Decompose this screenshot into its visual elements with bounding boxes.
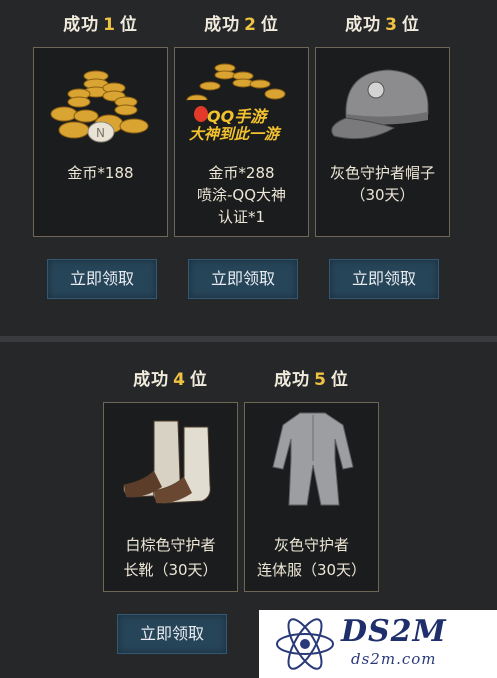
boots-icon [123, 420, 211, 504]
reward-card-1: N 金币*188 [33, 47, 168, 237]
claim-button-1[interactable]: 立即领取 [47, 259, 157, 299]
reward-label-line2: 连体服（30天） [256, 561, 367, 579]
rank-number: 2 [244, 15, 257, 35]
rank-suffix: 位 [119, 15, 138, 35]
rank-1-title: 成功 1 位 [33, 10, 168, 35]
rank-suffix: 位 [401, 15, 420, 35]
rank-number: 1 [103, 15, 116, 35]
reward-card-2: QQ手游 大神到此一游 金币*288 喷涂-QQ大神 认证*1 [174, 47, 309, 237]
rank-4-title: 成功 4 位 [103, 365, 238, 390]
reward-label-line1: 灰色守护者帽子 [329, 164, 435, 182]
claim-button-4[interactable]: 立即领取 [117, 614, 227, 654]
reward-label-line2: 喷涂-QQ大神 [196, 186, 287, 204]
reward-card-3: 灰色守护者帽子 （30天） [315, 47, 450, 237]
rank-prefix: 成功 [345, 15, 382, 35]
svg-text:N: N [96, 126, 105, 140]
reward-label-line1: 白棕色守护者 [125, 536, 216, 554]
reward-card-4: 白棕色守护者 长靴（30天） [103, 402, 238, 592]
rank-prefix: 成功 [274, 370, 311, 390]
reward-label-line1: 金币*188 [67, 164, 134, 182]
atom-logo-icon [276, 618, 334, 670]
claim-button-3[interactable]: 立即领取 [329, 259, 439, 299]
grey-jumpsuit-icon [272, 412, 354, 506]
rank-3-title: 成功 3 位 [315, 10, 450, 35]
rank-prefix: 成功 [204, 15, 241, 35]
gold-coins-icon: N [50, 70, 149, 143]
rank-number: 3 [385, 15, 398, 35]
reward-label-line2: 长靴（30天） [123, 561, 218, 579]
rank-prefix: 成功 [63, 15, 100, 35]
watermark-site: ds2m.com [351, 650, 437, 668]
badge-subtitle: 大神到此一游 [189, 125, 280, 143]
grey-cap-icon [331, 69, 429, 140]
reward-label-line2: （30天） [350, 186, 415, 204]
rank-suffix: 位 [330, 370, 349, 390]
reward-label-line1: 金币*288 [208, 164, 275, 182]
watermark-brand: DS2M [341, 614, 447, 649]
reward-label-line1: 灰色守护者 [273, 536, 349, 554]
reward-label-line3: 认证*1 [217, 208, 266, 226]
rank-2-title: 成功 2 位 [174, 10, 309, 35]
site-watermark: DS2M ds2m.com [259, 610, 497, 678]
rank-suffix: 位 [189, 370, 208, 390]
reward-card-5: 灰色守护者 连体服（30天） [244, 402, 379, 592]
rank-number: 4 [173, 370, 186, 390]
rank-number: 5 [314, 370, 327, 390]
rank-prefix: 成功 [133, 370, 170, 390]
claim-button-2[interactable]: 立即领取 [188, 259, 298, 299]
rank-5-title: 成功 5 位 [244, 365, 379, 390]
rank-suffix: 位 [260, 15, 279, 35]
